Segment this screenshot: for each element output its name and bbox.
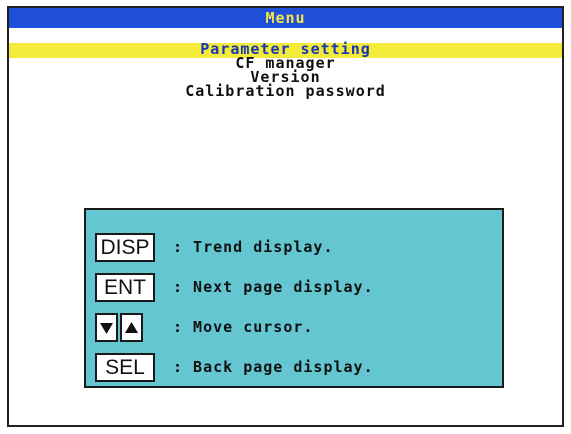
page-title: Menu bbox=[9, 8, 562, 28]
up-arrow-icon[interactable] bbox=[120, 313, 143, 342]
disp-key[interactable]: DISP bbox=[95, 233, 155, 262]
menu-item-calibration-password[interactable]: Calibration password bbox=[9, 84, 562, 99]
help-row-sel: SEL : Back page display. bbox=[86, 353, 502, 382]
help-desc-disp: : Trend display. bbox=[173, 238, 334, 256]
menu-list: Parameter setting CF manager Version Cal… bbox=[9, 42, 562, 99]
ent-key[interactable]: ENT bbox=[95, 273, 155, 302]
help-row-ent: ENT : Next page display. bbox=[86, 273, 502, 302]
help-desc-sel: : Back page display. bbox=[173, 358, 374, 376]
help-desc-cursor: : Move cursor. bbox=[173, 318, 314, 336]
help-desc-ent: : Next page display. bbox=[173, 278, 374, 296]
sel-key[interactable]: SEL bbox=[95, 353, 155, 382]
help-row-cursor: : Move cursor. bbox=[86, 313, 502, 342]
device-screen: Menu Parameter setting CF manager Versio… bbox=[7, 6, 564, 427]
help-row-disp: DISP : Trend display. bbox=[86, 233, 502, 262]
key-help-panel: DISP : Trend display. ENT : Next page di… bbox=[84, 208, 504, 388]
down-arrow-icon[interactable] bbox=[95, 313, 118, 342]
